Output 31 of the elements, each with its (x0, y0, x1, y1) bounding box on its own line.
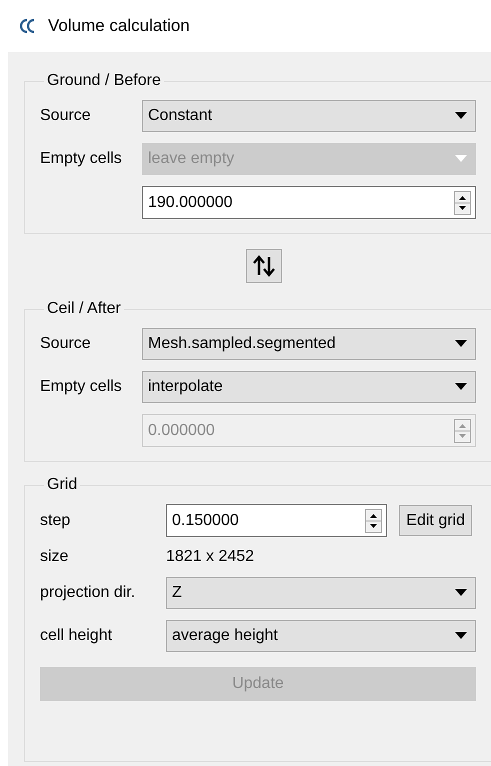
dropdown[interactable]: Z (166, 577, 476, 609)
field-label: Source (40, 107, 92, 125)
swap-arrows-icon (252, 255, 276, 277)
group-title: Ceil / After (46, 300, 122, 318)
group-title: Grid (46, 476, 78, 494)
swap-button[interactable] (246, 249, 282, 283)
field-label: cell height (40, 627, 114, 645)
dropdown[interactable]: Mesh.sampled.segmented (142, 328, 476, 360)
number-field[interactable]: 0.150000 (166, 504, 388, 537)
field-label: Source (40, 335, 92, 353)
dropdown-arrow-icon (455, 155, 467, 163)
dropdown[interactable]: average height (166, 620, 476, 652)
field-label: step (40, 512, 72, 530)
dropdown[interactable]: interpolate (142, 371, 476, 403)
field-label: size (40, 548, 70, 566)
size-value: 1821 x 2452 (166, 548, 256, 566)
edit-grid-button[interactable]: Edit grid (399, 505, 472, 536)
dropdown-arrow-icon (455, 383, 467, 391)
dropdown[interactable]: Constant (142, 100, 476, 132)
dropdown-arrow-icon (455, 589, 467, 597)
dropdown-arrow-icon (455, 340, 467, 348)
group-title: Ground / Before (46, 72, 162, 90)
spinner-arrows-icon[interactable] (454, 190, 471, 214)
dropdown-arrow-icon (455, 632, 467, 640)
dropdown-arrow-icon (455, 112, 467, 120)
number-field[interactable]: 190.000000 (142, 186, 476, 219)
window-title: Volume calculation (48, 16, 190, 36)
field-label: Empty cells (40, 378, 123, 396)
spinner-arrows-icon[interactable] (365, 508, 382, 532)
field-label: projection dir. (40, 584, 136, 602)
field-label: Empty cells (40, 150, 123, 168)
